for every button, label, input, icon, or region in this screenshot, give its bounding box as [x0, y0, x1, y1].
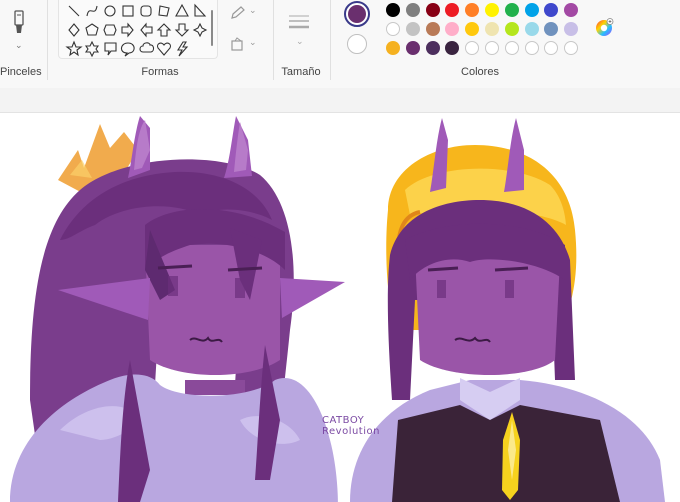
- oval-shape-icon[interactable]: [104, 5, 116, 17]
- shapes-group-label: Formas: [141, 66, 179, 78]
- color-swatch[interactable]: [445, 3, 460, 17]
- color-swatch[interactable]: [425, 3, 440, 17]
- divider: [273, 0, 274, 80]
- color-swatch[interactable]: [524, 3, 539, 17]
- rectangle-callout-shape-icon[interactable]: [104, 42, 117, 56]
- fill-button[interactable]: ⌄: [229, 37, 259, 55]
- primary-color[interactable]: [344, 1, 370, 27]
- lightning-shape-icon[interactable]: [177, 41, 189, 57]
- left-arrow-shape-icon[interactable]: [140, 22, 153, 38]
- shapes-gallery: [58, 0, 218, 59]
- ribbon-lower-band: [0, 88, 680, 113]
- left-character-drawing: [10, 116, 345, 502]
- right-arrow-shape-icon[interactable]: [121, 22, 134, 38]
- rectangle-shape-icon[interactable]: [122, 5, 134, 17]
- divider: [47, 0, 48, 80]
- color-swatch[interactable]: [524, 22, 539, 36]
- triangle-shape-icon[interactable]: [175, 3, 189, 17]
- color-swatch[interactable]: [425, 22, 440, 36]
- color-swatch[interactable]: [386, 41, 400, 55]
- oval-callout-shape-icon[interactable]: [120, 42, 135, 57]
- line-shape-icon[interactable]: [68, 5, 80, 17]
- color-swatch[interactable]: [485, 3, 499, 17]
- color-swatch[interactable]: [405, 41, 420, 55]
- chevron-down-icon: ⌄: [296, 36, 304, 46]
- rounded-rectangle-shape-icon[interactable]: [140, 5, 152, 17]
- custom-color-slot[interactable]: [564, 41, 579, 55]
- chevron-down-icon[interactable]: ⌄: [15, 40, 23, 51]
- color-swatch[interactable]: [544, 3, 559, 17]
- shapes-grid: [65, 3, 208, 58]
- color-swatch[interactable]: [425, 41, 440, 55]
- custom-color-slot[interactable]: [524, 41, 539, 55]
- diamond-shape-icon[interactable]: [68, 23, 80, 37]
- six-point-star-shape-icon[interactable]: [84, 40, 100, 58]
- color-swatch[interactable]: [564, 22, 579, 36]
- custom-color-slot[interactable]: [504, 41, 519, 55]
- colors-group-label: Colores: [461, 66, 499, 78]
- drawing-canvas[interactable]: CATBOY Revolution: [0, 113, 680, 502]
- color-swatch[interactable]: [485, 22, 499, 36]
- right-character-drawing: [350, 118, 665, 502]
- color-swatch[interactable]: [504, 22, 519, 36]
- fill-bucket-icon: [231, 37, 243, 51]
- color-swatch[interactable]: [544, 22, 559, 36]
- line-thickness-icon: [289, 15, 309, 29]
- right-triangle-shape-icon[interactable]: [194, 3, 207, 17]
- color-swatch[interactable]: [564, 3, 579, 17]
- color-swatch[interactable]: [405, 22, 420, 36]
- custom-color-slot[interactable]: [465, 41, 480, 55]
- color-swatch[interactable]: [465, 22, 480, 36]
- polygon-shape-icon[interactable]: [158, 5, 170, 17]
- cloud-callout-shape-icon[interactable]: [139, 42, 155, 53]
- brushes-group-label: Pinceles: [0, 66, 42, 78]
- chevron-down-icon: ⌄: [249, 5, 257, 15]
- brushes-button[interactable]: ⌄: [6, 8, 34, 51]
- four-point-star-shape-icon[interactable]: [192, 22, 208, 38]
- color-wheel-icon: [596, 18, 614, 36]
- brush-icon: [14, 10, 24, 33]
- size-button[interactable]: ⌄: [287, 12, 315, 50]
- signature-line-1: CATBOY: [322, 415, 365, 426]
- color-swatch[interactable]: [504, 3, 519, 17]
- shapes-scrollbar[interactable]: [211, 10, 213, 46]
- curve-shape-icon[interactable]: [86, 5, 98, 17]
- color-swatch[interactable]: [445, 22, 460, 36]
- outline-button[interactable]: ⌄: [229, 5, 259, 23]
- custom-color-slot[interactable]: [485, 41, 499, 55]
- five-point-star-shape-icon[interactable]: [65, 40, 83, 57]
- color-swatch[interactable]: [386, 3, 400, 17]
- down-arrow-shape-icon[interactable]: [174, 23, 190, 37]
- up-arrow-shape-icon[interactable]: [156, 23, 172, 37]
- color-swatch[interactable]: [465, 3, 480, 17]
- secondary-color[interactable]: [347, 34, 367, 54]
- size-group-label: Tamaño: [281, 66, 321, 78]
- color-swatch[interactable]: [386, 22, 400, 36]
- pentagon-shape-icon[interactable]: [85, 23, 99, 36]
- artwork: [10, 116, 665, 502]
- signature-text: CATBOY Revolution: [322, 415, 380, 437]
- color-swatch[interactable]: [445, 41, 460, 55]
- edit-colors-button[interactable]: [594, 18, 614, 38]
- primary-color-fill: [348, 5, 366, 23]
- ribbon-toolbar: ⌄ Pinceles ⌄ ⌄ Formas ⌄ Tamaño Colores: [0, 0, 680, 88]
- signature-line-2: Revolution: [322, 426, 380, 437]
- heart-shape-icon[interactable]: [157, 42, 171, 56]
- color-swatch[interactable]: [405, 3, 420, 17]
- custom-color-slot[interactable]: [544, 41, 559, 55]
- pencil-outline-icon: [231, 6, 245, 19]
- chevron-down-icon: ⌄: [249, 37, 257, 47]
- divider: [330, 0, 331, 80]
- hexagon-shape-icon[interactable]: [103, 24, 117, 36]
